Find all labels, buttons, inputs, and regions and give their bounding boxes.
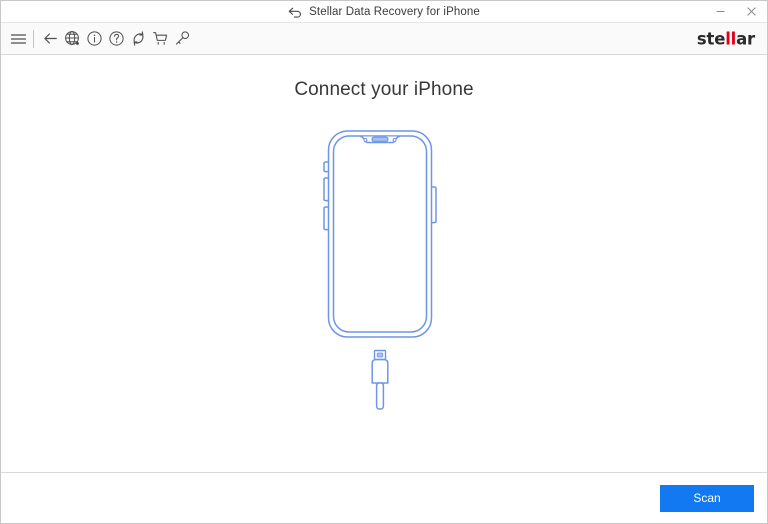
lightning-connector-tip-inner [376, 352, 384, 358]
brand-suffix: ar [736, 29, 755, 48]
brand-highlight: ll [725, 29, 737, 48]
front-camera-dot-left [363, 138, 368, 142]
front-camera-dot-right [392, 138, 397, 142]
brand-prefix: ste [696, 29, 726, 48]
close-button[interactable] [736, 1, 767, 22]
lightning-connector-body [371, 358, 389, 384]
stellar-brand-logo: stellar [697, 29, 755, 48]
title-bar: Stellar Data Recovery for iPhone [1, 1, 767, 23]
question-circle-icon[interactable] [105, 27, 127, 51]
toolbar-divider [33, 29, 34, 48]
footer-bar: Scan [1, 472, 767, 523]
toolbar: stellar [1, 23, 767, 55]
shopping-cart-icon[interactable] [149, 27, 171, 51]
phone-inner-screen [332, 135, 428, 333]
title-bar-center: Stellar Data Recovery for iPhone [288, 6, 480, 18]
lightning-connector [371, 349, 389, 410]
application-window: Stellar Data Recovery for iPhone stellar… [0, 0, 768, 524]
globe-icon[interactable] [61, 27, 83, 51]
window-controls [705, 1, 767, 22]
hamburger-menu-icon[interactable] [7, 27, 29, 51]
key-icon[interactable] [171, 27, 193, 51]
window-title: Stellar Data Recovery for iPhone [309, 5, 480, 18]
scan-button[interactable]: Scan [660, 484, 754, 512]
page-title: Connect your iPhone [294, 79, 474, 100]
lightning-cable [375, 382, 385, 410]
minimize-button[interactable] [705, 1, 736, 22]
arrow-left-icon[interactable] [39, 27, 61, 51]
main-content: Connect your iPhone [1, 55, 767, 472]
info-circle-icon[interactable] [83, 27, 105, 51]
iphone-with-lightning-cable-illustration [309, 115, 459, 420]
back-arrow-icon [288, 6, 302, 18]
refresh-icon[interactable] [127, 27, 149, 51]
earpiece-speaker [371, 136, 389, 142]
